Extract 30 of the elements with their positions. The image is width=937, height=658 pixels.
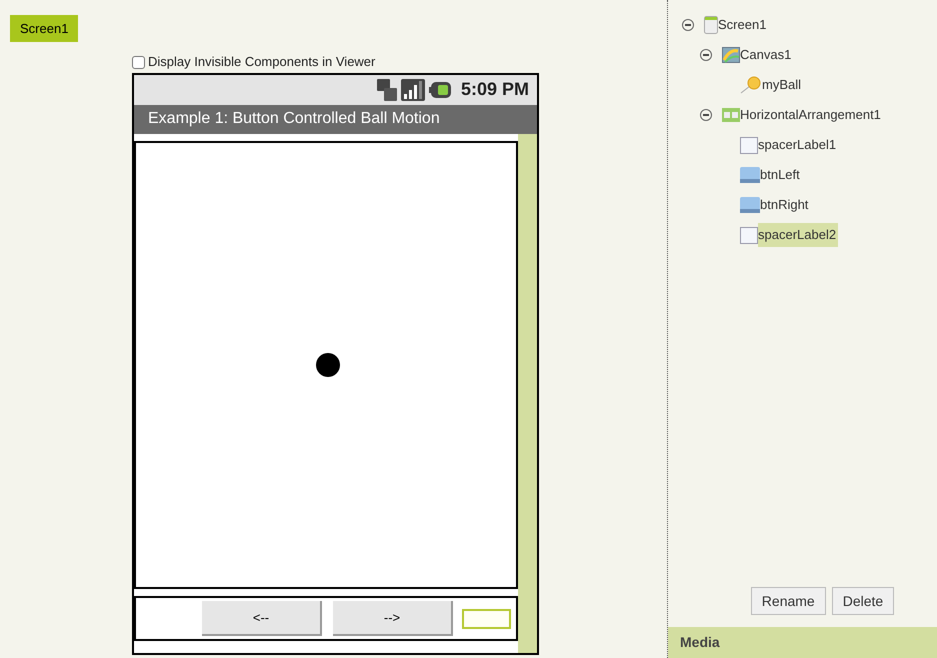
action-button[interactable]: Delete bbox=[832, 587, 894, 615]
tree-item[interactable]: btnRight bbox=[760, 193, 810, 217]
tree-item[interactable]: spacerLabel2 bbox=[758, 223, 838, 247]
clock-time: 5:09 PM bbox=[460, 78, 529, 102]
tree-item[interactable]: myBall bbox=[762, 73, 804, 97]
media-panel-header: Media bbox=[668, 627, 937, 658]
checkbox-label: Display Invisible Components in Viewer bbox=[148, 53, 376, 72]
action-button[interactable]: Rename bbox=[750, 587, 826, 615]
phone-button[interactable]: --> bbox=[333, 601, 453, 636]
ball bbox=[316, 353, 340, 377]
phone-screen-icon bbox=[704, 16, 718, 34]
collapse-toggle[interactable] bbox=[700, 49, 712, 61]
checkbox[interactable] bbox=[132, 56, 145, 68]
tree-item[interactable]: spacerLabel1 bbox=[758, 133, 838, 157]
signal-icon bbox=[400, 78, 425, 101]
layout-icon bbox=[722, 108, 740, 122]
collapse-toggle[interactable] bbox=[700, 109, 712, 121]
tree-item[interactable]: btnLeft bbox=[760, 163, 802, 187]
tree-item[interactable]: HorizontalArrangement1 bbox=[740, 103, 883, 127]
app-title-bar: Example 1: Button Controlled Ball Motion bbox=[134, 104, 537, 134]
ball-icon bbox=[740, 76, 762, 94]
battery-icon bbox=[428, 82, 451, 98]
canvas-icon bbox=[722, 47, 740, 63]
button-icon bbox=[740, 167, 760, 183]
screen-tab[interactable]: Screen1 bbox=[10, 15, 78, 42]
phone-button[interactable]: <-- bbox=[202, 601, 322, 636]
tree-item[interactable]: Screen1 bbox=[718, 13, 768, 37]
tree-item[interactable]: Canvas1 bbox=[740, 43, 794, 67]
collapse-toggle[interactable] bbox=[682, 19, 694, 31]
button-icon bbox=[740, 197, 760, 213]
